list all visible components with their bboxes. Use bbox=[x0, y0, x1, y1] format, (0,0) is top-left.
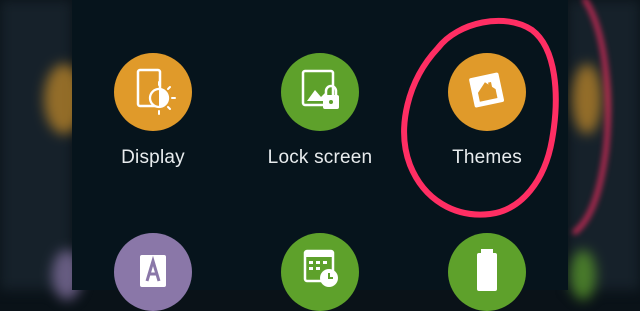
themes-icon bbox=[448, 53, 526, 131]
left-page-blur bbox=[0, 0, 84, 300]
settings-item-battery[interactable] bbox=[412, 233, 562, 311]
display-label: Display bbox=[121, 147, 185, 168]
calendar-clock-icon bbox=[281, 233, 359, 311]
right-page-blur bbox=[568, 0, 640, 300]
settings-item-font[interactable] bbox=[78, 233, 228, 311]
right-blur-icon bbox=[570, 250, 596, 300]
battery-icon bbox=[448, 233, 526, 311]
lock-screen-icon bbox=[281, 53, 359, 131]
settings-item-calendar[interactable] bbox=[245, 233, 395, 311]
font-icon bbox=[114, 233, 192, 311]
settings-item-lock-screen[interactable]: Lock screen bbox=[245, 53, 395, 169]
right-blur-icon bbox=[572, 64, 602, 134]
display-icon bbox=[114, 53, 192, 131]
settings-item-themes[interactable]: Themes bbox=[412, 53, 562, 169]
themes-label: Themes bbox=[452, 147, 522, 168]
lock-screen-label: Lock screen bbox=[267, 147, 373, 168]
settings-item-display[interactable]: Display bbox=[78, 53, 228, 169]
